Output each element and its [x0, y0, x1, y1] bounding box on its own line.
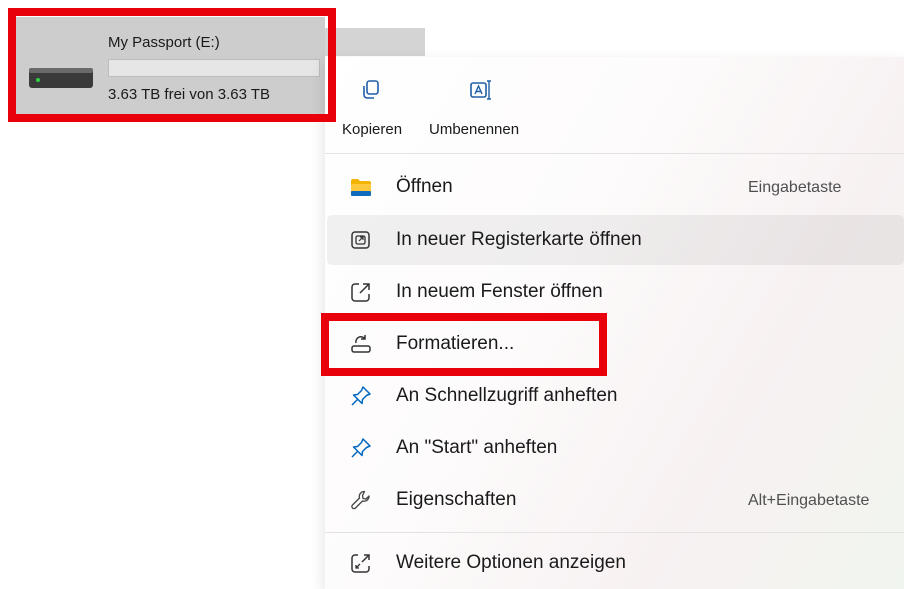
new-tab-icon — [351, 231, 370, 249]
menu-item-label: In neuem Fenster öffnen — [396, 281, 603, 302]
menu-item-shortcut: Alt+Eingabetaste — [748, 492, 870, 509]
more-options-icon — [351, 554, 370, 573]
menu-item-open-new-window[interactable]: In neuem Fenster öffnen — [327, 267, 904, 317]
menu-item-pin-quick-access[interactable]: An Schnellzugriff anheften — [327, 371, 904, 421]
copy-label: Kopieren — [342, 121, 403, 138]
highlight-drive — [8, 8, 336, 122]
menu-separator — [325, 153, 904, 154]
menu-item-pin-start[interactable]: An "Start" anheften — [327, 423, 904, 473]
menu-item-label: An Schnellzugriff anheften — [396, 385, 618, 406]
menu-item-label: Eigenschaften — [396, 489, 517, 510]
pin-icon — [351, 386, 371, 406]
copy-icon — [363, 80, 379, 99]
menu-item-label: Weitere Optionen anzeigen — [396, 552, 626, 573]
menu-item-open[interactable]: Öffnen Eingabetaste — [327, 162, 904, 212]
copy-button[interactable]: Kopieren — [325, 57, 415, 149]
new-window-icon — [351, 283, 370, 302]
menu-item-shortcut: Eingabetaste — [748, 179, 842, 196]
menu-item-open-new-tab[interactable]: In neuer Registerkarte öffnen — [327, 215, 904, 265]
tab-strip — [325, 28, 425, 56]
rename-button[interactable]: Umbenennen — [425, 57, 545, 149]
highlight-format — [321, 313, 607, 376]
rename-label: Umbenennen — [429, 121, 520, 138]
menu-separator — [325, 532, 904, 533]
folder-icon — [351, 179, 371, 196]
menu-item-label: In neuer Registerkarte öffnen — [396, 229, 642, 250]
pin-icon — [351, 438, 371, 458]
menu-item-label: An "Start" anheften — [396, 437, 558, 458]
wrench-icon — [351, 490, 370, 510]
menu-item-properties[interactable]: Eigenschaften Alt+Eingabetaste — [327, 475, 904, 525]
menu-item-label: Öffnen — [396, 176, 453, 197]
rename-icon — [470, 80, 491, 100]
menu-item-more-options[interactable]: Weitere Optionen anzeigen — [327, 538, 904, 588]
